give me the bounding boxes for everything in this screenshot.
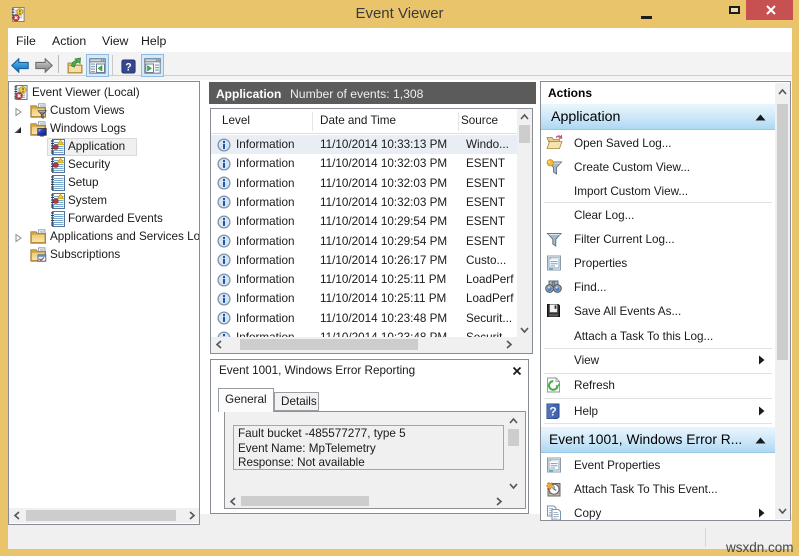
svg-text:?: ? <box>125 61 131 73</box>
svg-text:?: ? <box>549 404 556 418</box>
